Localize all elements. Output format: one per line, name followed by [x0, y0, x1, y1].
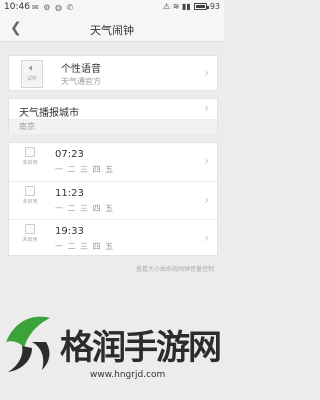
- checkbox-icon: [25, 224, 35, 234]
- chevron-right-icon: ›: [204, 101, 209, 115]
- notification-icons: ✉ ⚙ ◍ ✆: [32, 3, 75, 12]
- checkbox-icon: [25, 147, 35, 157]
- alarm-time: 11:23: [55, 188, 84, 199]
- watermark-text: 格润手游网: [60, 328, 222, 368]
- status-right: ⚠ ≋ ▮▮ 93: [163, 2, 220, 11]
- alarm-status: 未启用: [22, 160, 38, 166]
- signal-icons: ⚠ ≋ ▮▮: [163, 2, 191, 11]
- alarm-toggle[interactable]: 未启用: [18, 224, 42, 252]
- battery-level: 93: [209, 2, 220, 11]
- alarm-days: 一 二 三 四 五: [55, 165, 115, 174]
- alarm-row[interactable]: 未启用 19:33 一 二 三 四 五 ›: [9, 219, 217, 256]
- alarm-toggle[interactable]: 未启用: [18, 186, 42, 214]
- alarm-days: 一 二 三 四 五: [55, 242, 115, 251]
- watermark-url: www.hngrjd.com: [90, 370, 166, 380]
- checkbox-icon: [25, 186, 35, 196]
- status-bar: 10:46 ✉ ⚙ ◍ ✆ ⚠ ≋ ▮▮ 93: [0, 0, 224, 16]
- chevron-right-icon: ›: [204, 231, 209, 245]
- alarm-list: 未启用 07:23 一 二 三 四 五 › 未启用 11:23 一 二 三 四 …: [8, 142, 218, 256]
- alarm-days: 一 二 三 四 五: [55, 204, 115, 213]
- speaker-icon: 🔈︎: [29, 63, 35, 74]
- city-title: 天气播报城市: [19, 108, 79, 119]
- alarm-status: 未启用: [22, 199, 38, 205]
- volume-hint: 查看大小由系统闹钟音量控制: [135, 266, 214, 273]
- chevron-right-icon: ›: [204, 193, 209, 207]
- page-title: 天气闹钟: [90, 24, 134, 37]
- nav-bar: ❮ 天气闹钟: [0, 16, 224, 42]
- voice-setting-card[interactable]: 🔈︎ 试听 个性语音 天气通官方 ›: [8, 55, 218, 91]
- voice-subtitle: 天气通官方: [61, 77, 101, 86]
- chevron-right-icon: ›: [204, 154, 209, 168]
- voice-title: 个性语音: [61, 64, 101, 75]
- alarm-time: 07:23: [55, 149, 84, 160]
- site-watermark: 格润手游网 www.hngrjd.com: [0, 312, 224, 400]
- voice-preview-label: 试听: [26, 76, 37, 82]
- alarm-row[interactable]: 未启用 11:23 一 二 三 四 五 ›: [9, 181, 217, 218]
- status-time: 10:46: [4, 2, 30, 12]
- broadcast-city-card[interactable]: 天气播报城市 › 南京: [8, 98, 218, 134]
- site-logo-icon: [6, 316, 50, 372]
- alarm-time: 19:33: [55, 226, 84, 237]
- city-value: 南京: [9, 119, 217, 134]
- alarm-row[interactable]: 未启用 07:23 一 二 三 四 五 ›: [9, 143, 217, 180]
- voice-preview-button[interactable]: 🔈︎ 试听: [21, 60, 43, 88]
- alarm-toggle[interactable]: 未启用: [18, 147, 42, 175]
- chevron-right-icon: ›: [204, 66, 209, 80]
- alarm-status: 未启用: [22, 237, 38, 243]
- battery-icon: [193, 3, 209, 10]
